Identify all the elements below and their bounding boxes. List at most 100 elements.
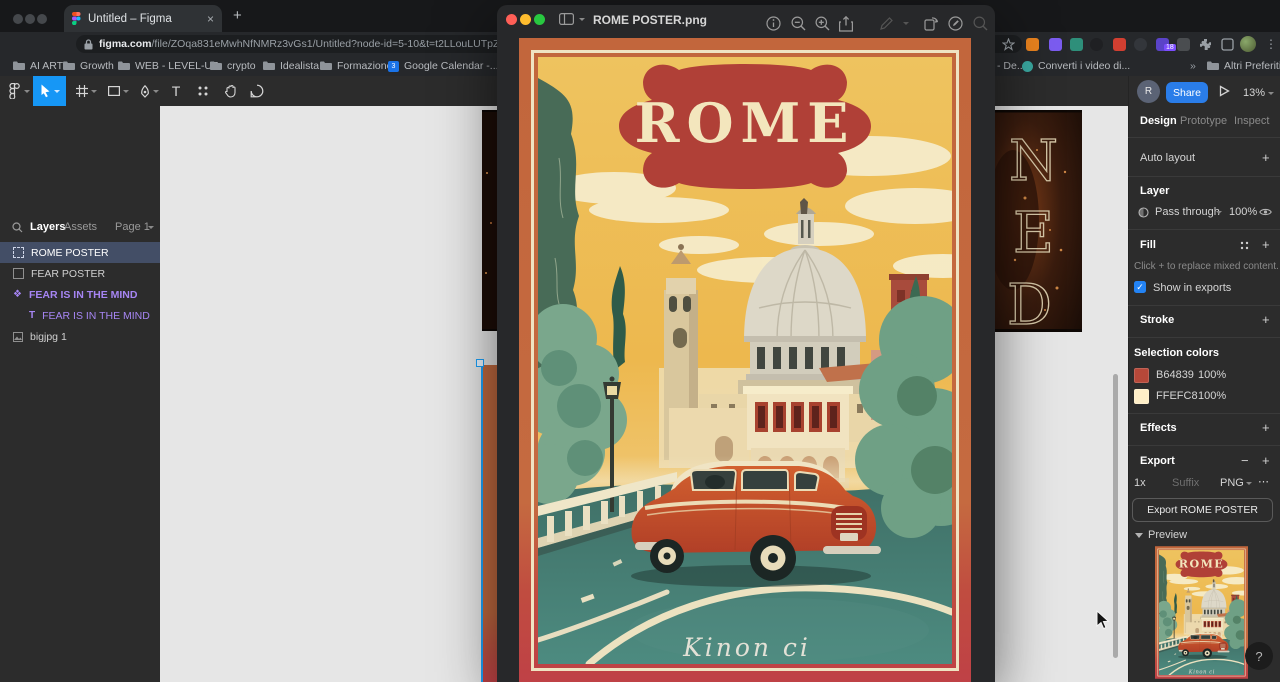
round-extension-icon[interactable] xyxy=(1134,38,1147,51)
selection-handle[interactable] xyxy=(476,359,484,367)
color-swatch-b64839[interactable] xyxy=(1134,368,1149,383)
main-menu-chevron-icon[interactable] xyxy=(23,76,31,106)
bookmark-formazione[interactable]: Formazione xyxy=(320,58,392,74)
fill-add-button[interactable]: + xyxy=(1262,237,1270,252)
page-selector[interactable]: Page 1 xyxy=(115,221,150,233)
preview-window[interactable]: ROME POSTER.png xyxy=(497,5,995,682)
page-chevron-icon[interactable] xyxy=(148,226,154,229)
zoom-chevron-icon[interactable] xyxy=(1268,92,1274,95)
bookmark-google-calendar[interactable]: 3 Google Calendar -... xyxy=(388,58,499,74)
fill-styles-icon[interactable] xyxy=(1240,241,1249,250)
user-avatar[interactable]: R xyxy=(1137,80,1160,103)
tab-assets[interactable]: Assets xyxy=(64,221,97,233)
sidebar-toggle-icon[interactable] xyxy=(559,13,574,25)
export-more-button[interactable]: ⋯ xyxy=(1258,475,1269,488)
blend-chevron-icon[interactable] xyxy=(1216,211,1222,214)
rotate-icon[interactable] xyxy=(924,16,939,31)
auto-layout-add-button[interactable]: + xyxy=(1262,150,1270,165)
tab-design[interactable]: Design xyxy=(1140,115,1177,127)
blend-mode-select[interactable]: Pass through xyxy=(1155,206,1220,218)
format-chevron-icon[interactable] xyxy=(1246,482,1252,485)
canvas-scrollbar[interactable] xyxy=(1113,374,1118,658)
move-tool-button[interactable] xyxy=(33,76,66,106)
frame-tool-chevron-icon[interactable] xyxy=(90,76,98,106)
hand-tool-button[interactable] xyxy=(221,76,239,106)
fear-poster-canvas-partial[interactable]: N E D xyxy=(995,110,1082,332)
preview-zoom-button[interactable] xyxy=(534,14,545,25)
export-scale[interactable]: 1x xyxy=(1134,477,1146,489)
color-hex[interactable]: B64839 xyxy=(1156,369,1194,381)
preview-section-label[interactable]: Preview xyxy=(1148,529,1187,541)
layer-row-rome-poster[interactable]: ROME POSTER xyxy=(0,242,160,263)
stroke-add-button[interactable]: + xyxy=(1262,312,1270,327)
fear-poster-canvas-edge[interactable] xyxy=(482,110,497,331)
wappalyzer-extension-icon[interactable] xyxy=(1177,38,1190,51)
purple-extension-icon[interactable] xyxy=(1049,38,1062,51)
extensions-puzzle-icon[interactable] xyxy=(1199,38,1212,51)
bookmark-growth[interactable]: Growth xyxy=(63,58,114,74)
window-minimize-button[interactable] xyxy=(25,14,35,24)
key-extension-icon[interactable] xyxy=(1113,38,1126,51)
frame-tool-button[interactable] xyxy=(74,76,90,106)
move-tool-chevron-icon[interactable] xyxy=(54,90,60,93)
color-opacity[interactable]: 100% xyxy=(1198,369,1226,381)
bookmark-altri-preferiti[interactable]: Altri Preferiti xyxy=(1207,58,1280,74)
blend-mode-icon[interactable] xyxy=(1138,207,1149,218)
zoom-out-icon[interactable] xyxy=(791,16,806,31)
comment-tool-button[interactable] xyxy=(248,76,266,106)
export-add-button[interactable]: + xyxy=(1262,453,1270,468)
annotate-icon[interactable] xyxy=(948,16,963,31)
tab-inspect[interactable]: Inspect xyxy=(1234,115,1269,127)
layer-opacity[interactable]: 100% xyxy=(1229,206,1257,218)
zoom-level[interactable]: 13% xyxy=(1243,87,1265,99)
shape-tool-button[interactable] xyxy=(106,76,122,106)
bookmark-web-level-up[interactable]: WEB - LEVEL-UP xyxy=(118,58,219,74)
tab-close-icon[interactable]: × xyxy=(207,12,214,26)
share-button[interactable]: Share xyxy=(1166,82,1208,103)
bookmark-converti[interactable]: Converti i video di... xyxy=(1022,58,1130,74)
preview-disclosure-icon[interactable] xyxy=(1135,533,1143,538)
bookmarks-overflow-button[interactable]: » xyxy=(1190,58,1196,74)
bookmark-ai-art[interactable]: AI ART xyxy=(13,58,63,74)
bookmark-crypto[interactable]: crypto xyxy=(210,58,256,74)
profile-avatar[interactable] xyxy=(1240,36,1256,52)
zoom-in-icon[interactable] xyxy=(815,16,830,31)
preview-minimize-button[interactable] xyxy=(520,14,531,25)
search-icon[interactable] xyxy=(12,222,23,233)
layer-row-fear-component[interactable]: ❖ FEAR IS IN THE MIND xyxy=(0,284,160,305)
rome-poster-canvas-edge[interactable] xyxy=(483,365,497,682)
window-zoom-button[interactable] xyxy=(37,14,47,24)
present-icon[interactable] xyxy=(1219,85,1230,97)
dark-extension-icon[interactable] xyxy=(1090,38,1103,51)
bookmark-idealista[interactable]: Idealista xyxy=(263,58,319,74)
visibility-eye-icon[interactable] xyxy=(1259,207,1272,217)
export-format-select[interactable]: PNG xyxy=(1220,477,1244,489)
reading-list-icon[interactable] xyxy=(1221,38,1234,51)
export-remove-button[interactable]: − xyxy=(1241,453,1249,468)
metamask-extension-icon[interactable] xyxy=(1026,38,1039,51)
bookmark-star-icon[interactable] xyxy=(1002,38,1015,51)
share-icon[interactable] xyxy=(839,16,853,32)
effects-add-button[interactable]: + xyxy=(1262,420,1270,435)
layer-row-bigjpg[interactable]: bigjpg 1 xyxy=(0,326,160,347)
color-opacity[interactable]: 100% xyxy=(1198,390,1226,402)
resources-tool-button[interactable] xyxy=(195,76,211,106)
tab-prototype[interactable]: Prototype xyxy=(1180,115,1227,127)
new-tab-button[interactable]: + xyxy=(233,7,242,24)
browser-menu-icon[interactable]: ⋮ xyxy=(1265,37,1277,51)
export-suffix-field[interactable]: Suffix xyxy=(1172,477,1199,489)
layer-row-fear-poster[interactable]: FEAR POSTER xyxy=(0,263,160,284)
color-swatch-ffefc8[interactable] xyxy=(1134,389,1149,404)
figma-main-menu-button[interactable] xyxy=(6,76,22,106)
notion-extension-icon[interactable] xyxy=(1070,38,1083,51)
export-rome-poster-button[interactable]: Export ROME POSTER xyxy=(1132,498,1273,522)
preview-close-button[interactable] xyxy=(506,14,517,25)
browser-tab[interactable]: Untitled – Figma × xyxy=(64,5,222,32)
info-icon[interactable] xyxy=(766,16,781,31)
tab-layers[interactable]: Layers xyxy=(30,221,65,233)
color-hex[interactable]: FFEFC8 xyxy=(1156,390,1198,402)
shape-tool-chevron-icon[interactable] xyxy=(122,76,130,106)
text-tool-button[interactable]: T xyxy=(168,76,184,106)
layer-row-fear-text[interactable]: T FEAR IS IN THE MIND xyxy=(0,305,160,326)
pen-tool-button[interactable] xyxy=(137,76,153,106)
